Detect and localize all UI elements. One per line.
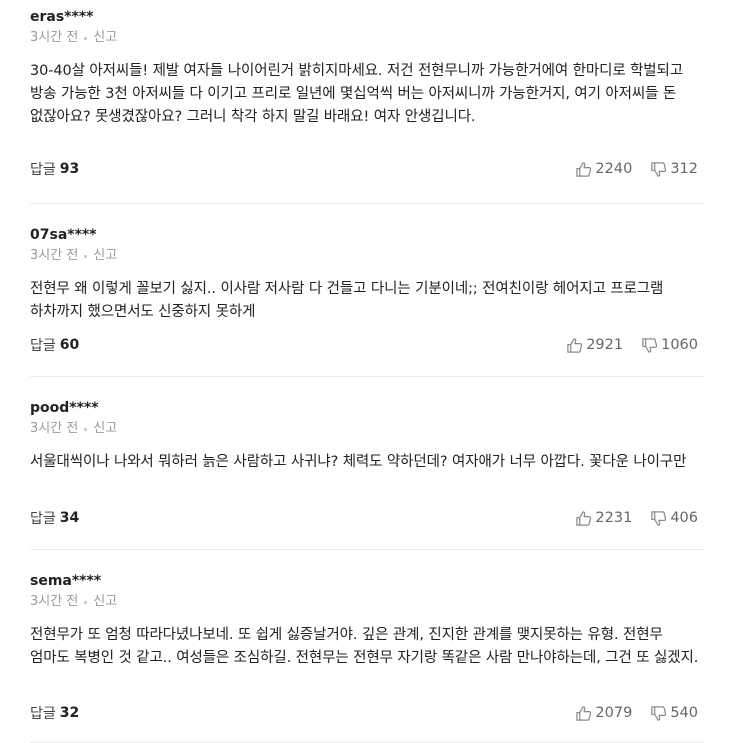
comment-list: eras**** 3시간 전 신고 30-40살 아저씨들! 제발 여자들 나이… [30,0,704,743]
vote-group: 2240 312 [575,158,698,180]
comment-text: 전현무가 또 엄청 따라다녔나보네. 또 쉽게 싫증날거야. 깊은 관계, 진지… [30,627,699,666]
reply-button[interactable]: 답글 60 [30,335,79,355]
comment-item: pood**** 3시간 전 신고 서울대씩이나 나와서 뭐하러 늙은 사람하고… [30,377,704,550]
comment-time: 3시간 전 [30,30,79,45]
separator-dot [84,600,88,604]
report-button[interactable]: 신고 [93,593,117,611]
thumbs-down-icon [651,161,667,177]
vote-group: 2921 1060 [566,334,698,356]
thumbs-up-icon [576,510,592,526]
comment-time: 3시간 전 [30,594,79,609]
like-count: 2240 [595,161,633,177]
thumbs-up-icon [567,337,583,353]
comment-author[interactable]: eras**** [30,8,704,26]
report-button[interactable]: 신고 [93,247,117,265]
separator-dot [84,254,88,258]
dislike-button[interactable]: 1060 [641,337,698,354]
reply-button[interactable]: 답글 93 [30,159,79,179]
comment-meta: 3시간 전 신고 [30,593,704,611]
like-button[interactable]: 2079 [575,705,632,722]
comment-text: 전현무 왜 이렇게 꼴보기 싫지.. 이사람 저사람 다 건들고 다니는 기분이… [30,281,664,320]
reply-label: 답글 [30,706,56,722]
separator-dot [84,427,88,431]
comment-meta: 3시간 전 신고 [30,29,704,47]
like-count: 2079 [595,705,633,721]
comment-item: 07sa**** 3시간 전 신고 전현무 왜 이렇게 꼴보기 싫지.. 이사람… [30,204,704,377]
separator-dot [84,36,88,40]
like-button[interactable]: 2231 [575,510,632,527]
report-button[interactable]: 신고 [93,420,117,438]
reply-count: 60 [59,337,80,353]
comment-author[interactable]: 07sa**** [30,226,704,244]
comment-time: 3시간 전 [30,421,79,436]
comment-footer: 답글 34 2231 406 [30,507,704,529]
comment-meta: 3시간 전 신고 [30,247,704,265]
dislike-button[interactable]: 406 [650,510,698,527]
comment-footer: 답글 60 2921 1060 [30,334,704,356]
like-button[interactable]: 2240 [575,161,632,178]
comment-item: sema**** 3시간 전 신고 전현무가 또 엄청 따라다녔나보네. 또 쉽… [30,550,704,743]
dislike-count: 1060 [661,337,698,353]
reply-count: 32 [59,705,80,721]
thumbs-down-icon [642,337,658,353]
reply-count: 93 [59,161,80,177]
comment-meta: 3시간 전 신고 [30,420,704,438]
thumbs-down-icon [651,705,667,721]
like-count: 2921 [586,337,624,353]
thumbs-up-icon [576,705,592,721]
like-count: 2231 [595,510,633,526]
comment-time: 3시간 전 [30,248,79,263]
vote-group: 2231 406 [575,507,698,529]
thumbs-up-icon [576,161,592,177]
comment-text: 서울대씩이나 나와서 뭐하러 늙은 사람하고 사귀냐? 체력도 약하던데? 여자… [30,454,687,470]
reply-label: 답글 [30,162,56,178]
dislike-button[interactable]: 540 [650,705,698,722]
dislike-count: 540 [670,705,698,721]
comment-item: eras**** 3시간 전 신고 30-40살 아저씨들! 제발 여자들 나이… [30,0,704,204]
vote-group: 2079 540 [575,702,698,724]
dislike-count: 312 [670,161,698,177]
reply-label: 답글 [30,511,56,527]
comment-text: 30-40살 아저씨들! 제발 여자들 나이어린거 밝히지마세요. 저건 전현무… [30,63,684,125]
reply-button[interactable]: 답글 32 [30,703,79,723]
comment-author[interactable]: pood**** [30,399,704,417]
reply-button[interactable]: 답글 34 [30,508,79,528]
dislike-button[interactable]: 312 [650,161,698,178]
comment-footer: 답글 32 2079 540 [30,702,704,724]
comment-author[interactable]: sema**** [30,572,704,590]
reply-label: 답글 [30,338,56,354]
comment-footer: 답글 93 2240 312 [30,158,704,180]
like-button[interactable]: 2921 [566,337,623,354]
dislike-count: 406 [670,510,698,526]
reply-count: 34 [59,510,80,526]
thumbs-down-icon [651,510,667,526]
report-button[interactable]: 신고 [93,29,117,47]
